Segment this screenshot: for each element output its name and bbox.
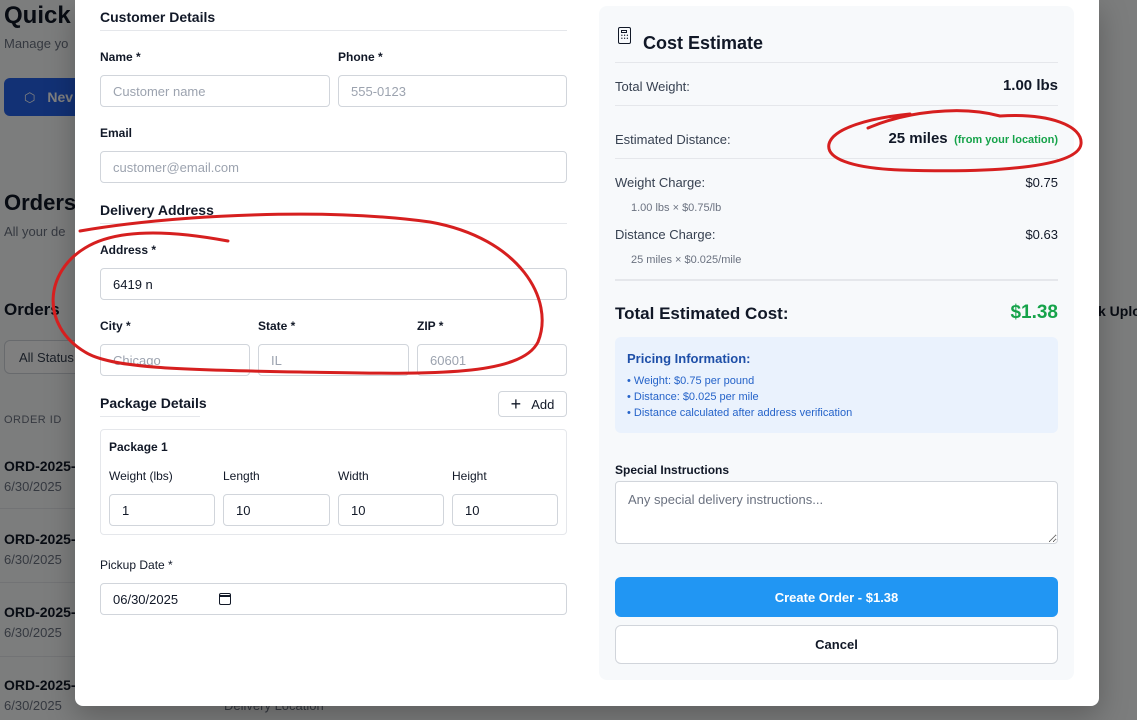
pricing-item: • Distance calculated after address veri… <box>627 407 853 419</box>
name-label: Name * <box>100 50 141 64</box>
name-input[interactable] <box>100 75 330 107</box>
add-package-label: Add <box>531 396 555 412</box>
distance-note: (from your location) <box>954 134 1058 146</box>
height-label: Height <box>452 469 487 483</box>
package-details-heading: Package Details <box>100 395 207 411</box>
weight-charge-label: Weight Charge: <box>615 175 706 190</box>
height-input[interactable] <box>452 494 558 526</box>
phone-input[interactable] <box>338 75 567 107</box>
calculator-icon: ••• ••• <box>618 27 631 44</box>
estimated-distance-value: 25 miles (from your location) <box>888 130 1058 148</box>
package-title: Package 1 <box>109 440 168 454</box>
estimated-distance-label: Estimated Distance: <box>615 132 731 147</box>
total-cost-label: Total Estimated Cost: <box>615 304 789 323</box>
zip-input[interactable] <box>417 344 567 376</box>
weight-charge-detail: 1.00 lbs × $0.75/lb <box>631 202 722 214</box>
section-divider <box>100 416 200 417</box>
length-input[interactable] <box>223 494 330 526</box>
section-divider <box>100 30 567 31</box>
distance-charge-value: $0.63 <box>1025 227 1058 242</box>
weight-input[interactable] <box>109 494 215 526</box>
delivery-address-heading: Delivery Address <box>100 202 214 218</box>
cost-estimate-title: Cost Estimate <box>643 33 764 53</box>
address-input[interactable] <box>100 268 567 300</box>
customer-details-heading: Customer Details <box>100 9 216 25</box>
address-label: Address * <box>100 243 157 257</box>
plus-icon: + <box>510 394 522 414</box>
city-label: City * <box>100 319 131 333</box>
special-instructions-textarea[interactable] <box>615 481 1058 544</box>
create-order-button[interactable]: Create Order - $1.38 <box>615 577 1058 617</box>
weight-charge-value: $0.75 <box>1025 175 1058 190</box>
length-label: Length <box>223 469 260 483</box>
cost-estimate-panel: ••• ••• Cost Estimate Total Weight: 1.00 … <box>599 6 1074 680</box>
panel-divider <box>615 105 1058 106</box>
pickup-date-label: Pickup Date * <box>100 558 173 572</box>
panel-divider <box>615 279 1058 281</box>
state-input[interactable] <box>258 344 409 376</box>
weight-label: Weight (lbs) <box>109 469 173 483</box>
pricing-info-title: Pricing Information: <box>627 351 751 366</box>
distance-charge-label: Distance Charge: <box>615 227 716 242</box>
calendar-icon[interactable] <box>219 593 231 605</box>
pricing-item: • Weight: $0.75 per pound <box>627 375 755 387</box>
total-weight-value: 1.00 lbs <box>1002 77 1058 94</box>
special-instructions-label: Special Instructions <box>615 463 730 477</box>
email-input[interactable] <box>100 151 567 183</box>
email-label: Email <box>100 126 133 140</box>
pricing-info-box: Pricing Information: • Weight: $0.75 per… <box>615 337 1058 433</box>
total-weight-label: Total Weight: <box>615 79 690 94</box>
state-label: State * <box>258 319 296 333</box>
width-input[interactable] <box>338 494 444 526</box>
create-order-modal: Customer Details Name * Phone * Email De… <box>75 0 1099 706</box>
cancel-button[interactable]: Cancel <box>615 625 1058 664</box>
panel-divider <box>615 62 1058 63</box>
panel-divider <box>615 158 1058 159</box>
add-package-button[interactable]: + Add <box>498 391 567 417</box>
pickup-date-input[interactable] <box>100 583 567 615</box>
distance-miles: 25 miles <box>888 130 948 147</box>
section-divider <box>100 223 567 224</box>
phone-label: Phone * <box>338 50 383 64</box>
total-cost-value: $1.38 <box>1010 302 1058 323</box>
width-label: Width <box>338 469 369 483</box>
distance-charge-detail: 25 miles × $0.025/mile <box>631 254 742 266</box>
zip-label: ZIP * <box>417 319 444 333</box>
city-input[interactable] <box>100 344 250 376</box>
pricing-item: • Distance: $0.025 per mile <box>627 391 759 403</box>
